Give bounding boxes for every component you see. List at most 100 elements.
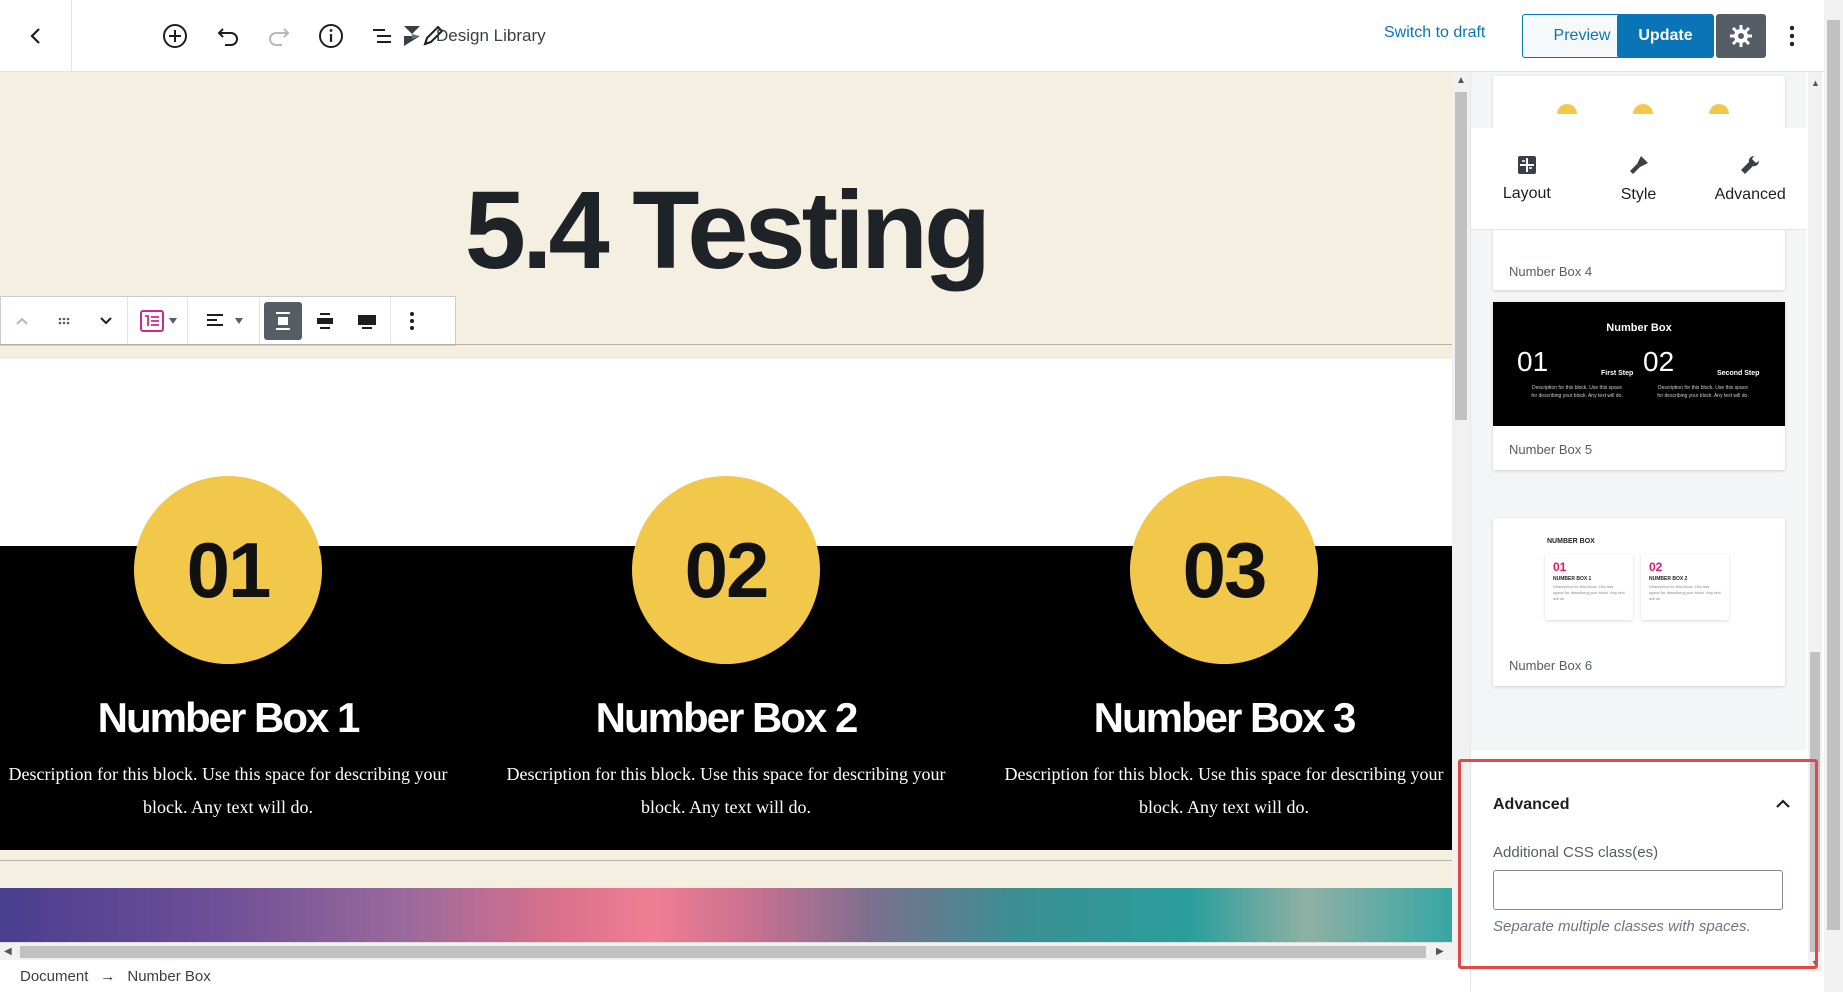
more-options-button[interactable] — [1780, 18, 1804, 54]
undo-button[interactable] — [212, 20, 244, 52]
canvas-horizontal-scrollbar[interactable]: ◀ ▶ — [0, 942, 1452, 960]
number-circle[interactable]: 03 — [1130, 476, 1318, 664]
back-button[interactable] — [0, 0, 72, 72]
css-class-help: Separate multiple classes with spaces. — [1493, 918, 1751, 935]
number-box-6-preview: NUMBER BOX 01 NUMBER BOX 1 Description f… — [1493, 518, 1785, 642]
preview-heading: Number Box — [1606, 322, 1672, 334]
drag-handle-icon — [58, 317, 70, 325]
tab-style[interactable]: Style — [1583, 128, 1695, 229]
number-box-description[interactable]: Description for this block. Use this spa… — [996, 758, 1452, 824]
undo-icon — [217, 28, 238, 46]
next-block-image[interactable] — [0, 888, 1452, 942]
vertical-ellipsis-icon — [1789, 25, 1795, 47]
page-title[interactable]: 5.4 Testing — [0, 167, 1452, 294]
info-icon — [319, 24, 343, 48]
design-library-list: Number Box 4 Number Box 01 First Step 02… — [1471, 72, 1806, 750]
design-card-number-box-5[interactable]: Number Box 01 First Step 02 Second Step … — [1493, 302, 1785, 470]
scroll-down-icon[interactable]: ▼ — [1811, 958, 1820, 968]
number-circle[interactable]: 01 — [134, 476, 322, 664]
advanced-panel-title[interactable]: Advanced — [1493, 796, 1569, 814]
number-box-title[interactable]: Number Box 1 — [0, 694, 456, 742]
preview-mini-card-1: 01 NUMBER BOX 1 Description for this blo… — [1545, 554, 1633, 620]
collapse-advanced-button[interactable] — [1771, 792, 1795, 816]
update-button[interactable]: Update — [1617, 14, 1714, 58]
window-scrollbar[interactable] — [1824, 0, 1843, 992]
tab-label: Advanced — [1714, 185, 1786, 203]
block-more-group — [391, 297, 433, 345]
layout-icon — [1517, 155, 1536, 174]
scrollbar-thumb[interactable] — [20, 946, 1426, 958]
breadcrumb-document[interactable]: Document — [20, 968, 88, 985]
block-more-options-button[interactable] — [391, 297, 433, 345]
breadcrumb-number-box[interactable]: Number Box — [127, 968, 210, 985]
css-class-input[interactable] — [1493, 870, 1783, 910]
chevron-down-icon — [100, 317, 112, 325]
block-width-group — [260, 297, 391, 345]
number-box-description[interactable]: Description for this block. Use this spa… — [498, 758, 954, 824]
brush-icon — [1629, 155, 1648, 174]
number-box-block-icon — [139, 310, 164, 332]
redo-button[interactable] — [263, 20, 295, 52]
number-box-title[interactable]: Number Box 2 — [498, 694, 954, 742]
align-none-icon — [276, 312, 290, 330]
settings-sidebar: Number Box 4 Number Box 01 First Step 02… — [1470, 72, 1843, 992]
wrench-icon — [1741, 155, 1760, 174]
block-navigation-button[interactable] — [366, 20, 398, 52]
preview-desc-2: Description for this block. Use this spa… — [1657, 385, 1749, 399]
text-alignment-dropdown[interactable] — [188, 297, 260, 345]
vertical-ellipsis-icon — [410, 312, 414, 330]
align-wide-button[interactable] — [304, 297, 346, 345]
plus-circle-icon — [163, 24, 187, 48]
caret-down-icon — [168, 318, 177, 324]
design-card-label: Number Box 4 — [1509, 264, 1593, 279]
design-card-label: Number Box 5 — [1509, 442, 1593, 457]
scroll-up-icon[interactable]: ▲ — [1811, 78, 1820, 88]
preview-number-2: 02 — [1643, 346, 1675, 377]
block-toolbar — [0, 296, 456, 346]
number-box-description[interactable]: Description for this block. Use this spa… — [0, 758, 456, 824]
section-separator — [0, 850, 1452, 888]
move-down-button[interactable] — [85, 297, 127, 345]
scroll-left-icon[interactable]: ◀ — [4, 946, 12, 957]
scroll-right-icon[interactable]: ▶ — [1436, 946, 1444, 957]
scrollbar-thumb[interactable] — [1810, 652, 1820, 952]
design-library-button[interactable]: Design Library — [400, 18, 546, 54]
preview-title-1: NUMBER BOX 1 — [1553, 576, 1592, 582]
tab-layout[interactable]: Layout — [1471, 128, 1583, 229]
editor-app: Design Library Switch to draft Preview U… — [0, 0, 1843, 992]
settings-button[interactable] — [1716, 14, 1766, 58]
sidebar-scrollbar[interactable]: ▲ ▼ — [1808, 72, 1822, 972]
block-switcher[interactable] — [128, 297, 188, 345]
align-full-button[interactable] — [346, 297, 388, 345]
design-card-number-box-6[interactable]: NUMBER BOX 01 NUMBER BOX 1 Description f… — [1493, 518, 1785, 686]
switch-to-draft-link[interactable]: Switch to draft — [1384, 24, 1485, 42]
align-none-button[interactable] — [264, 302, 302, 340]
caret-down-icon — [234, 318, 243, 324]
scroll-up-icon[interactable]: ▲ — [1456, 75, 1466, 86]
list-outline-icon — [373, 29, 391, 43]
preview-heading: NUMBER BOX — [1547, 538, 1595, 545]
add-block-button[interactable] — [159, 20, 191, 52]
tab-advanced[interactable]: Advanced — [1694, 128, 1806, 229]
design-library-label: Design Library — [436, 26, 546, 45]
preview-number-1: 01 — [1553, 560, 1567, 574]
redo-icon — [269, 28, 290, 46]
tab-label: Style — [1620, 185, 1657, 203]
move-up-button[interactable] — [1, 297, 43, 345]
drag-handle[interactable] — [43, 297, 85, 345]
editor-canvas[interactable]: 5.4 Testing 01 Number Box 1 Description … — [0, 72, 1452, 942]
stackable-logo-icon — [404, 26, 420, 46]
number-box-title[interactable]: Number Box 3 — [996, 694, 1452, 742]
preview-number-1: 01 — [1517, 346, 1549, 377]
preview-step-2: Second Step — [1717, 370, 1760, 377]
scrollbar-thumb[interactable] — [1827, 20, 1840, 930]
scrollbar-thumb[interactable] — [1455, 92, 1467, 420]
info-button[interactable] — [315, 20, 347, 52]
canvas-vertical-scrollbar[interactable]: ▲ — [1452, 72, 1470, 960]
number-circle[interactable]: 02 — [632, 476, 820, 664]
preview-number-2: 02 — [1649, 560, 1663, 574]
inspector-tabs: Layout Style Advanced — [1471, 128, 1806, 230]
design-card-label: Number Box 6 — [1509, 658, 1593, 673]
preview-title-2: NUMBER BOX 2 — [1649, 576, 1688, 582]
block-mover-group — [1, 297, 128, 345]
